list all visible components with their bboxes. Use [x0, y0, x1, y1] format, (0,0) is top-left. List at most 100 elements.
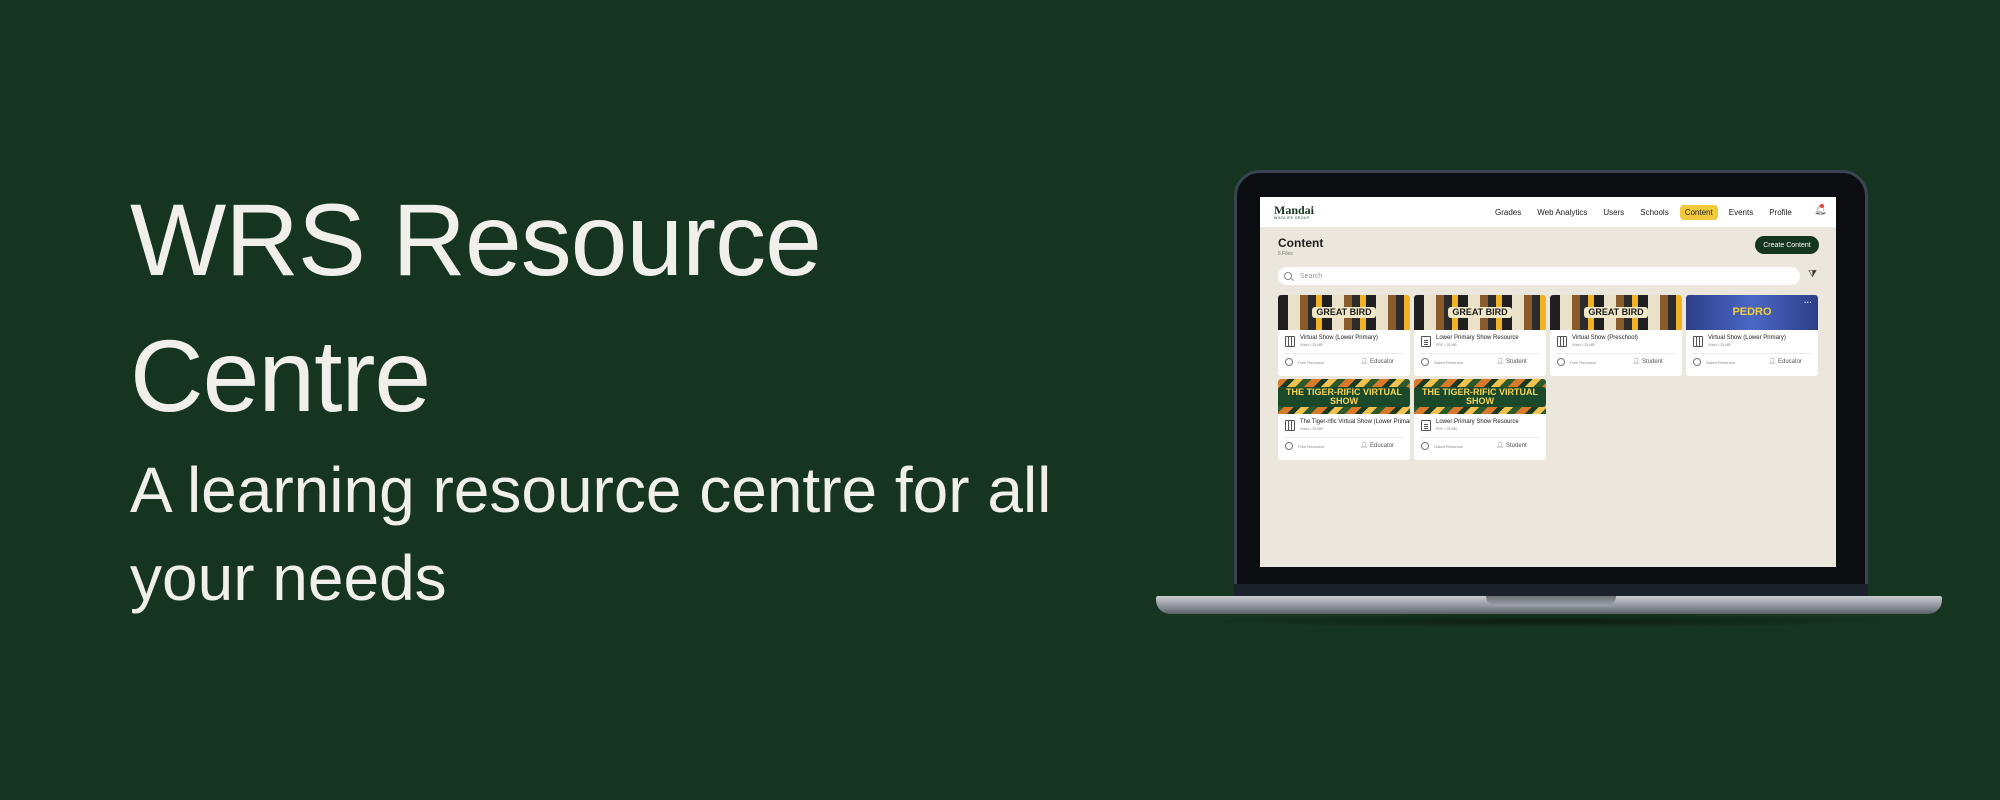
thumbnail-title: THE TIGER-RIFIC VIRTUAL SHOW — [1414, 386, 1546, 407]
card-title: Virtual Show (Lower Primary) — [1300, 335, 1378, 341]
document-icon — [1421, 420, 1431, 431]
nav-item-profile[interactable]: Profile — [1764, 205, 1797, 220]
info-icon — [1421, 442, 1429, 450]
card-title: Lower Primary Show Resource — [1436, 419, 1519, 425]
hero-title: WRS Resource Centre — [130, 183, 822, 433]
audience-label: Educator — [1370, 359, 1395, 365]
nav-links: Grades Web Analytics Users Schools Conte… — [1490, 197, 1797, 227]
content-grid: GREAT BIRD Virtual Show (Lower Primary) Vi… — [1278, 295, 1820, 460]
card-title: Virtual Show (Preschool) — [1572, 335, 1638, 341]
card-thumbnail: GREAT BIRD — [1550, 295, 1682, 330]
brand-name: Mandai — [1274, 202, 1315, 217]
card-divider — [1420, 353, 1540, 354]
more-options-icon[interactable]: ··· — [1804, 298, 1812, 307]
card-divider — [1692, 353, 1812, 354]
content-card[interactable]: THE TIGER-RIFIC VIRTUAL SHOW Lower Primar… — [1414, 379, 1546, 460]
tier-label: Free Resource — [1298, 444, 1325, 449]
card-thumbnail: THE TIGER-RIFIC VIRTUAL SHOW — [1278, 379, 1410, 414]
film-icon — [1285, 336, 1295, 347]
content-card[interactable]: THE TIGER-RIFIC VIRTUAL SHOW The Tiger-ri… — [1278, 379, 1410, 460]
card-body: Virtual Show (Lower Primary) Video • 25 M… — [1686, 330, 1818, 376]
info-icon — [1557, 358, 1565, 366]
card-thumbnail: PEDRO ··· — [1686, 295, 1818, 330]
brand-logo[interactable]: Mandai WILDLIFE GROUP — [1274, 204, 1314, 221]
card-divider — [1556, 353, 1676, 354]
laptop-shadow — [1180, 614, 1920, 628]
card-divider — [1420, 437, 1540, 438]
card-title: The Tiger-rific Virtual Show (Lower Prim… — [1300, 419, 1410, 425]
thumbnail-title: GREAT BIRD — [1448, 307, 1512, 318]
audience-label: Educator — [1370, 443, 1395, 449]
laptop-screen: Mandai WILDLIFE GROUP Grades Web Analyti… — [1260, 197, 1836, 567]
audience-label: Student — [1642, 359, 1663, 365]
laptop-hinge — [1234, 584, 1868, 596]
create-content-button[interactable]: Create Content — [1755, 236, 1819, 254]
search-icon — [1284, 272, 1292, 280]
thumbnail-title: GREAT BIRD — [1312, 307, 1376, 318]
thumbnail-title: THE TIGER-RIFIC VIRTUAL SHOW — [1278, 386, 1410, 407]
person-icon: 👤︎ — [1496, 359, 1504, 365]
card-divider — [1284, 353, 1404, 354]
card-meta: Video • 25 MB — [1572, 343, 1595, 347]
hero-subtitle: A learning resource centre for all your … — [130, 454, 1052, 614]
info-icon — [1285, 442, 1293, 450]
person-icon: 👤︎ — [1360, 359, 1368, 365]
audience-label: Student — [1506, 443, 1527, 449]
nav-item-web-analytics[interactable]: Web Analytics — [1532, 205, 1592, 220]
content-card[interactable]: GREAT BIRD Virtual Show (Preschool) Video … — [1550, 295, 1682, 376]
card-meta: Video • 25 MB — [1300, 427, 1323, 431]
card-title: Virtual Show (Lower Primary) — [1708, 335, 1786, 341]
content-card[interactable]: GREAT BIRD Lower Primary Show Resource PDF… — [1414, 295, 1546, 376]
person-icon: 👤︎ — [1632, 359, 1640, 365]
tier-label: Free Resource — [1570, 360, 1597, 365]
card-meta: PDF • 25 MB — [1436, 427, 1457, 431]
search-placeholder: Search — [1300, 272, 1323, 280]
nav-item-schools[interactable]: Schools — [1635, 205, 1673, 220]
card-thumbnail: THE TIGER-RIFIC VIRTUAL SHOW — [1414, 379, 1546, 414]
card-thumbnail: GREAT BIRD — [1414, 295, 1546, 330]
tier-label: Gated Resource — [1706, 360, 1736, 365]
tier-label: Gated Resource — [1434, 360, 1464, 365]
info-icon — [1693, 358, 1701, 366]
thumbnail-title: GREAT BIRD — [1584, 307, 1648, 318]
card-meta: PDF • 25 MB — [1436, 343, 1457, 347]
thumbnail-title: PEDRO — [1732, 306, 1772, 318]
notification-dot — [1820, 204, 1824, 208]
person-icon: 👤︎ — [1768, 359, 1776, 365]
brand-tagline: WILDLIFE GROUP — [1274, 215, 1310, 220]
person-icon: 👤︎ — [1360, 443, 1368, 449]
info-icon — [1285, 358, 1293, 366]
card-body: Virtual Show (Lower Primary) Video • 25 M… — [1278, 330, 1410, 376]
page-title: Content — [1278, 236, 1324, 250]
audience-label: Educator — [1778, 359, 1803, 365]
file-count: 6 Files — [1278, 251, 1293, 257]
document-icon — [1421, 336, 1431, 347]
person-icon: 👤︎ — [1496, 443, 1504, 449]
audience-label: Student — [1506, 359, 1527, 365]
filter-icon[interactable]: ⧩ — [1808, 269, 1817, 280]
nav-item-grades[interactable]: Grades — [1490, 205, 1526, 220]
content-card[interactable]: GREAT BIRD Virtual Show (Lower Primary) Vi… — [1278, 295, 1410, 376]
top-nav: Mandai WILDLIFE GROUP Grades Web Analyti… — [1260, 197, 1836, 227]
card-meta: Video • 25 MB — [1300, 343, 1323, 347]
content-card[interactable]: PEDRO ··· Virtual Show (Lower Primary) Vide… — [1686, 295, 1818, 376]
card-body: Lower Primary Show Resource PDF • 25 MB Ga… — [1414, 414, 1546, 460]
card-divider — [1284, 437, 1404, 438]
search-input[interactable]: Search — [1278, 267, 1800, 285]
info-icon — [1421, 358, 1429, 366]
card-body: The Tiger-rific Virtual Show (Lower Prim… — [1278, 414, 1410, 460]
content-header: Content 6 Files Create Content — [1260, 227, 1836, 261]
film-icon — [1285, 420, 1295, 431]
card-thumbnail: GREAT BIRD — [1278, 295, 1410, 330]
nav-item-content[interactable]: Content — [1679, 204, 1718, 220]
card-body: Virtual Show (Preschool) Video • 25 MB Fre… — [1550, 330, 1682, 376]
tier-label: Free Resource — [1298, 360, 1325, 365]
film-icon — [1557, 336, 1567, 347]
nav-item-events[interactable]: Events — [1724, 205, 1758, 220]
card-meta: Video • 25 MB — [1708, 343, 1731, 347]
film-icon — [1693, 336, 1703, 347]
nav-item-users[interactable]: Users — [1598, 205, 1629, 220]
tier-label: Gated Resource — [1434, 444, 1464, 449]
card-body: Lower Primary Show Resource PDF • 25 MB Ga… — [1414, 330, 1546, 376]
laptop-notch — [1486, 596, 1616, 606]
